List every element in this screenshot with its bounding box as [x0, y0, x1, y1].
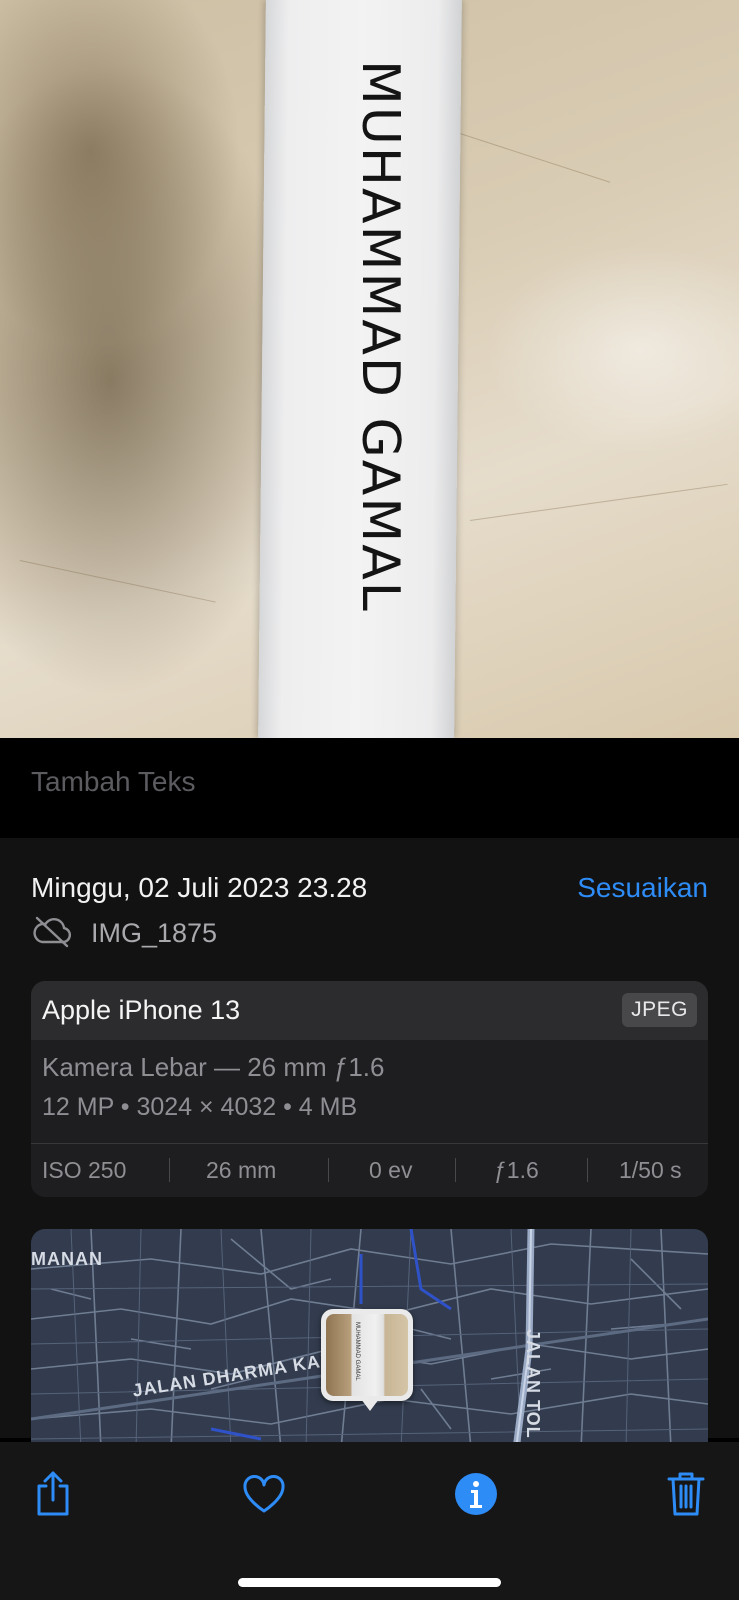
- exif-exposure: 0 ev: [369, 1157, 413, 1183]
- camera-card-header: Apple iPhone 13 JPEG: [31, 981, 708, 1040]
- photo-date: Minggu, 02 Juli 2023 23.28: [31, 872, 368, 903]
- lens-info: Kamera Lebar — 26 mm ƒ1.6: [42, 1052, 385, 1082]
- divider: [169, 1158, 170, 1182]
- floor-texture: [470, 483, 728, 521]
- divider: [587, 1158, 588, 1182]
- exif-shutter-speed: 1/50 s: [619, 1157, 682, 1183]
- format-badge: JPEG: [622, 993, 697, 1027]
- heart-icon[interactable]: [238, 1468, 290, 1520]
- exif-focal-length: 26 mm: [206, 1157, 277, 1183]
- caption-input[interactable]: [31, 766, 631, 798]
- photo-location-pin[interactable]: MUHAMMAD GAMAL: [321, 1309, 413, 1401]
- photo-viewer[interactable]: MUHAMMAD GAMAL: [0, 0, 739, 738]
- caption-bar: [0, 738, 739, 838]
- exif-row: ISO 250 26 mm 0 ev ƒ1.6 1/50 s: [31, 1144, 708, 1197]
- file-name: IMG_1875: [91, 917, 218, 948]
- divider: [455, 1158, 456, 1182]
- handwritten-name: MUHAMMAD GAMAL: [350, 60, 410, 613]
- map-street-label: JALAN TOL: [523, 1329, 543, 1439]
- file-row: IMG_1875: [31, 916, 217, 950]
- info-icon[interactable]: [450, 1468, 502, 1520]
- share-icon[interactable]: [27, 1468, 79, 1520]
- camera-info-card: Apple iPhone 13 JPEG Kamera Lebar — 26 m…: [31, 981, 708, 1197]
- bottom-toolbar: [0, 1442, 739, 1600]
- divider: [328, 1158, 329, 1182]
- cloud-slash-icon: [31, 914, 73, 953]
- home-indicator[interactable]: [238, 1578, 501, 1587]
- info-panel: Minggu, 02 Juli 2023 23.28 Sesuaikan IMG…: [0, 838, 739, 1449]
- trash-icon[interactable]: [660, 1468, 712, 1520]
- adjust-button[interactable]: Sesuaikan: [577, 872, 708, 904]
- image-specs: 12 MP • 3024 × 4032 • 4 MB: [42, 1093, 358, 1121]
- exif-iso: ISO 250: [42, 1157, 127, 1183]
- map-label: MANAN: [31, 1249, 103, 1269]
- location-map[interactable]: MANAN JALAN DHARMA KARYA JALAN TOL MUHAM…: [31, 1229, 708, 1449]
- device-name: Apple iPhone 13: [42, 995, 241, 1025]
- floor-texture: [19, 560, 216, 603]
- pin-thumbnail: MUHAMMAD GAMAL: [326, 1314, 408, 1396]
- pin-pointer: [361, 1399, 379, 1411]
- exif-aperture: ƒ1.6: [494, 1157, 539, 1183]
